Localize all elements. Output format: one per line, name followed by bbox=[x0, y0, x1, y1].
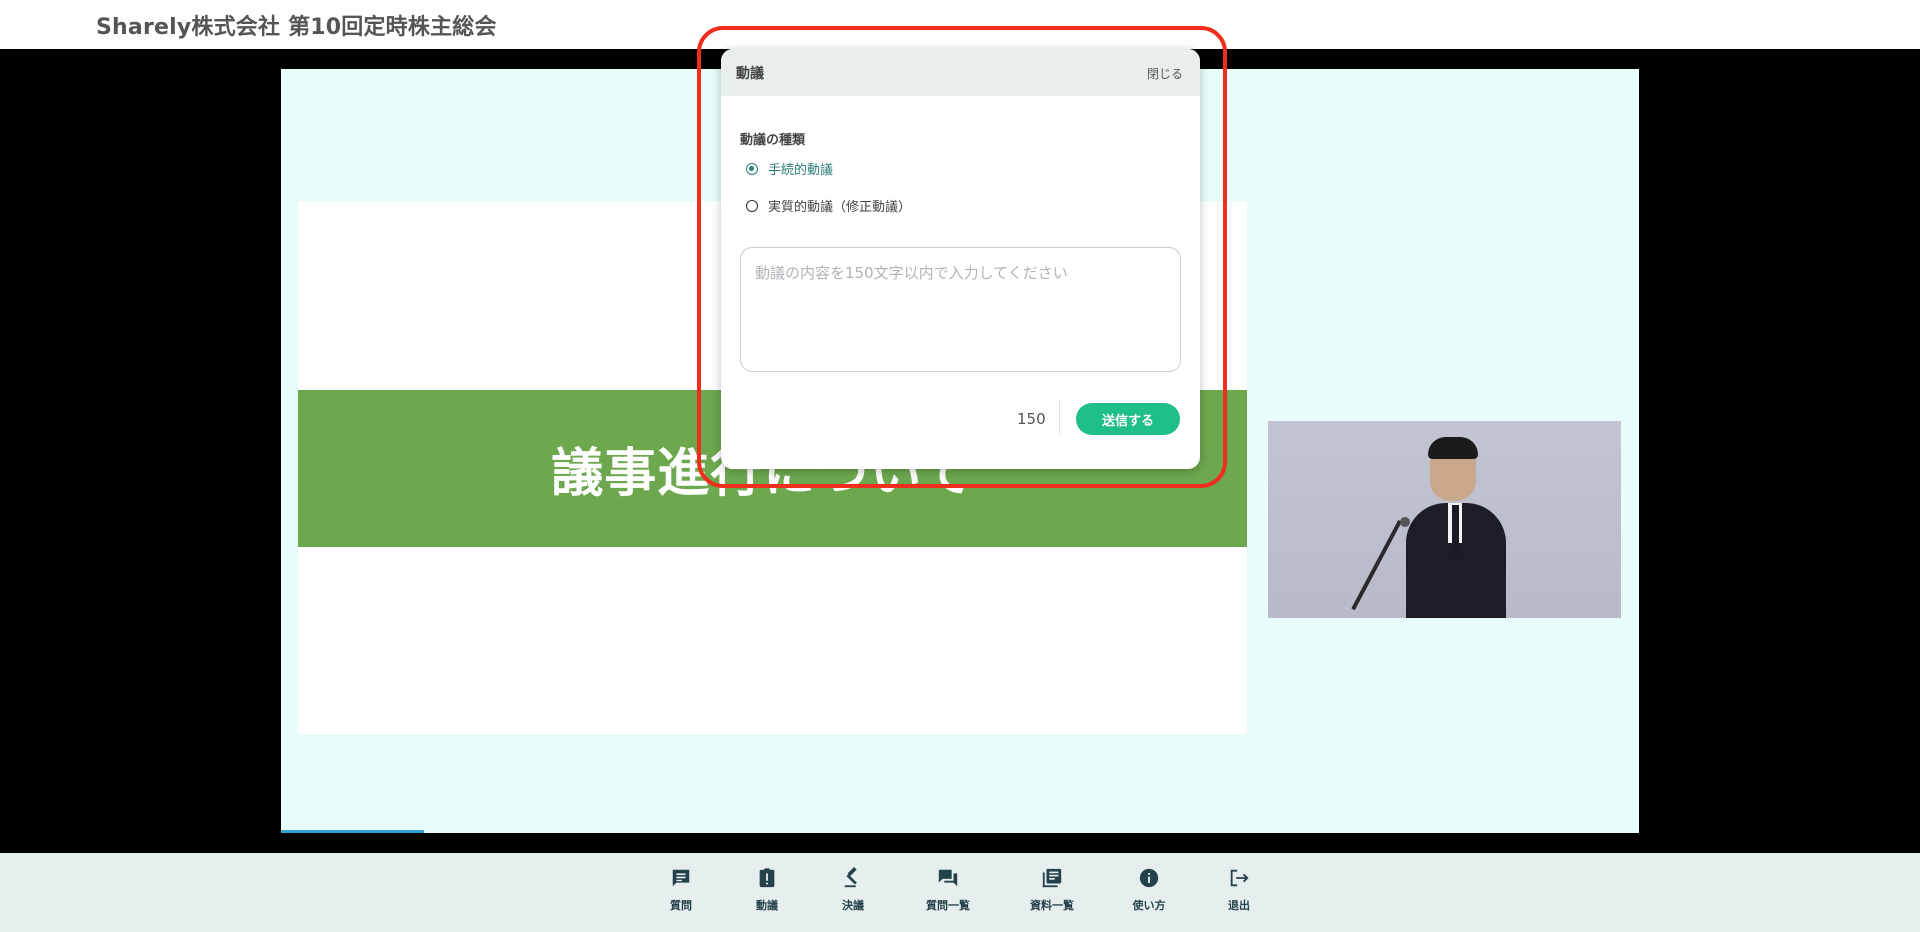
gavel-icon bbox=[844, 867, 857, 888]
info-icon bbox=[1139, 868, 1159, 888]
radio-procedural-motion[interactable]: 手続的動議 bbox=[746, 159, 833, 178]
toolbar-label: 質問一覧 bbox=[926, 899, 970, 912]
microphone-icon bbox=[1400, 517, 1410, 527]
toolbar-question[interactable]: 質問 bbox=[641, 867, 721, 913]
playback-progress bbox=[281, 830, 424, 833]
radio-substantive-motion[interactable]: 実質的動議（修正動議） bbox=[746, 196, 911, 215]
close-button[interactable]: 閉じる bbox=[1147, 65, 1183, 82]
radio-checked-icon[interactable] bbox=[746, 162, 758, 175]
dialog-header: 動議 閉じる bbox=[721, 49, 1200, 96]
toolbar-how-to-use[interactable]: 使い方 bbox=[1109, 867, 1189, 913]
speaker-video bbox=[1268, 421, 1621, 618]
toolbar-label: 決議 bbox=[842, 899, 864, 912]
header: Sharely株式会社 第10回定時株主総会 bbox=[0, 0, 1920, 49]
motion-type-label: 動議の種類 bbox=[740, 133, 806, 148]
toolbar-label: 資料一覧 bbox=[1030, 899, 1074, 912]
chat-icon bbox=[672, 869, 690, 887]
radio-unchecked-icon[interactable] bbox=[746, 199, 758, 212]
toolbar-label: 動議 bbox=[756, 899, 778, 912]
radio-label[interactable]: 実質的動議（修正動議） bbox=[768, 196, 911, 215]
page-title: Sharely株式会社 第10回定時株主総会 bbox=[96, 15, 497, 40]
motion-dialog: 動議 閉じる 動議の種類 手続的動議 実質的動議（修正動議） 150 送信する bbox=[721, 49, 1200, 469]
toolbar-label: 退出 bbox=[1228, 899, 1250, 912]
logout-icon bbox=[1230, 869, 1249, 887]
toolbar-question-list[interactable]: 質問一覧 bbox=[908, 867, 988, 913]
speaker-hair bbox=[1428, 437, 1478, 459]
clipboard-alert-icon bbox=[759, 868, 775, 888]
toolbar-label: 質問 bbox=[670, 899, 692, 912]
toolbar-resolution[interactable]: 決議 bbox=[813, 867, 893, 913]
forum-icon bbox=[938, 869, 958, 887]
dialog-title: 動議 bbox=[736, 66, 764, 82]
divider bbox=[1059, 401, 1060, 435]
library-icon bbox=[1042, 868, 1062, 888]
motion-content-input[interactable] bbox=[740, 247, 1181, 372]
char-count: 150 bbox=[1017, 410, 1046, 428]
microphone-stand bbox=[1351, 520, 1402, 611]
bottom-toolbar: 質問 動議 決議 質問一覧 資料一覧 使い方 退出 bbox=[0, 853, 1920, 932]
submit-button[interactable]: 送信する bbox=[1076, 403, 1180, 435]
toolbar-exit[interactable]: 退出 bbox=[1199, 867, 1279, 913]
radio-label[interactable]: 手続的動議 bbox=[768, 159, 833, 178]
toolbar-document-list[interactable]: 資料一覧 bbox=[1012, 867, 1092, 913]
toolbar-label: 使い方 bbox=[1132, 899, 1166, 912]
speaker-tie bbox=[1452, 505, 1459, 555]
toolbar-motion[interactable]: 動議 bbox=[727, 867, 807, 913]
